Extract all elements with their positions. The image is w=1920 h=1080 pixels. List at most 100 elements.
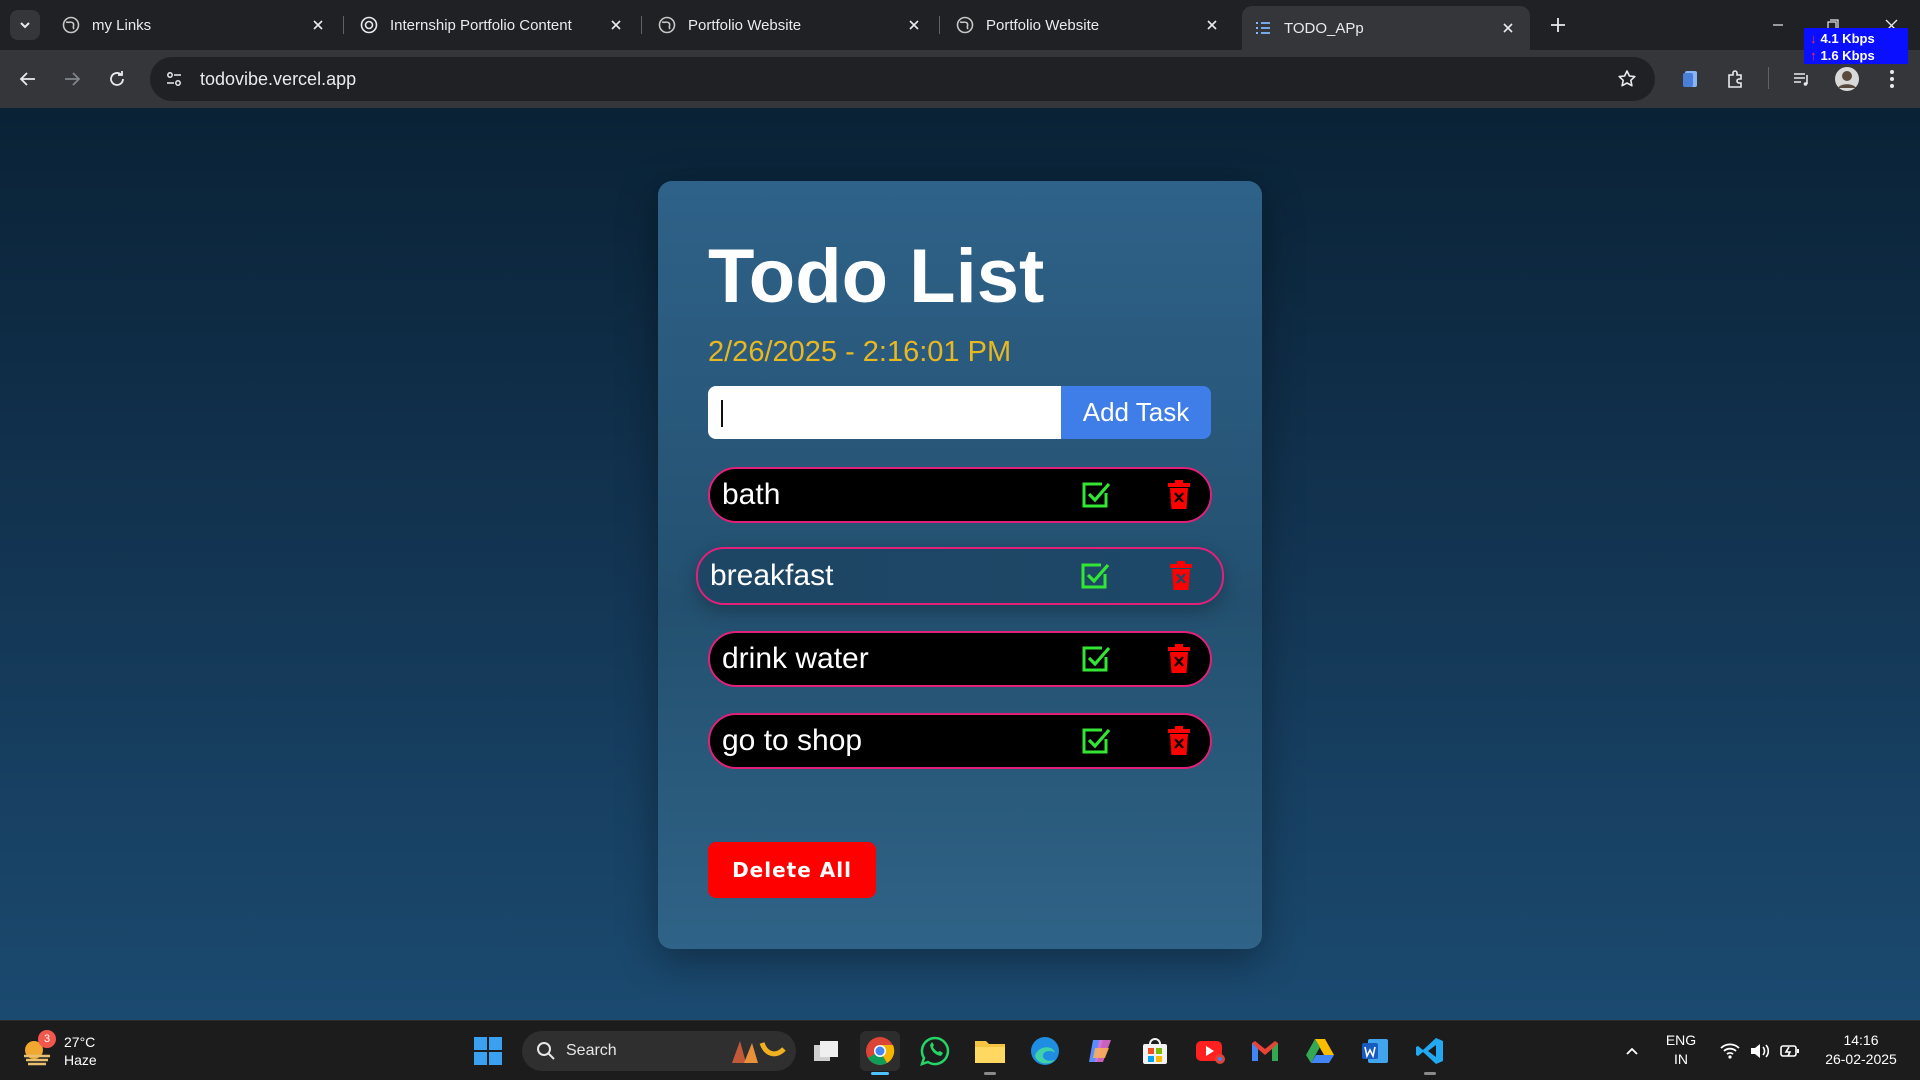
lang-region: IN (1674, 1051, 1688, 1067)
windows-taskbar: 3 27°C Haze Search ENG IN 14:16 26-02-20… (0, 1020, 1920, 1080)
upload-arrow-icon: ↑ (1810, 48, 1817, 63)
reading-list-button[interactable] (1675, 63, 1707, 95)
folder-icon (975, 1041, 1005, 1063)
taskbar-chrome[interactable] (860, 1031, 900, 1075)
taskbar-ms-store[interactable] (1135, 1031, 1175, 1071)
avatar-icon (1835, 67, 1859, 91)
download-arrow-icon: ↓ (1810, 31, 1817, 46)
toolbar-divider (1768, 67, 1769, 89)
close-icon[interactable] (1202, 15, 1222, 35)
media-control-button[interactable] (1786, 63, 1818, 95)
music-queue-icon (1794, 73, 1808, 86)
tab-internship-portfolio[interactable]: Internship Portfolio Content (348, 8, 638, 42)
new-tab-button[interactable] (1544, 11, 1572, 39)
store-icon (1143, 1038, 1167, 1064)
tab-my-links[interactable]: my Links (50, 8, 340, 42)
text-caret (721, 400, 723, 427)
bookmark-star-icon[interactable] (1613, 65, 1641, 93)
taskbar-vscode[interactable] (1410, 1031, 1450, 1075)
clock[interactable]: 14:16 26-02-2025 (1812, 1031, 1910, 1069)
show-hidden-icons-button[interactable] (1612, 1031, 1652, 1071)
chrome-icon (866, 1037, 895, 1065)
edge-icon (1031, 1037, 1059, 1065)
tab-portfolio-website-2[interactable]: Portfolio Website (944, 8, 1234, 42)
copilot-icon (1089, 1040, 1111, 1062)
taskbar-edge[interactable] (1025, 1031, 1065, 1071)
arrow-left-icon (19, 72, 35, 86)
globe-icon (62, 16, 80, 34)
drive-icon (1306, 1039, 1334, 1063)
start-button[interactable] (468, 1031, 508, 1071)
tab-separator (641, 16, 642, 34)
minimize-icon (1773, 24, 1783, 26)
tab-separator (939, 16, 940, 34)
forward-button[interactable] (56, 63, 88, 95)
todo-text: bath (722, 478, 781, 511)
trash-icon[interactable] (1164, 724, 1194, 758)
task-view-button[interactable] (806, 1031, 846, 1071)
trash-icon[interactable] (1166, 559, 1196, 593)
chevron-down-icon (20, 22, 30, 29)
running-indicator (1424, 1072, 1436, 1075)
tab-search-button[interactable] (10, 10, 40, 40)
whatsapp-icon (920, 1036, 950, 1066)
more-vertical-icon (1890, 70, 1894, 88)
extensions-button[interactable] (1720, 63, 1752, 95)
quick-settings-button[interactable] (1708, 1031, 1812, 1071)
net-up: 1.6 Kbps (1820, 48, 1875, 63)
browser-menu-button[interactable] (1876, 63, 1908, 95)
trash-icon[interactable] (1164, 478, 1194, 512)
tab-title: Portfolio Website (688, 16, 802, 34)
taskbar-word[interactable] (1355, 1031, 1395, 1071)
delete-all-button[interactable]: Delete All (708, 842, 876, 898)
tab-portfolio-website-1[interactable]: Portfolio Website (646, 8, 936, 42)
taskbar-google-drive[interactable] (1300, 1031, 1340, 1071)
battery-charging-icon (1780, 1045, 1799, 1057)
puzzle-icon (1728, 70, 1742, 88)
active-indicator (871, 1072, 889, 1075)
weather-widget[interactable]: 3 27°C Haze (20, 1029, 97, 1073)
site-info-icon[interactable] (158, 63, 190, 95)
reload-button[interactable] (101, 63, 133, 95)
task-view-icon (814, 1041, 838, 1061)
minimize-button[interactable] (1765, 12, 1791, 38)
todo-text: drink water (722, 642, 869, 675)
tab-todo-app[interactable]: TODO_APp (1242, 6, 1530, 50)
search-label: Search (566, 1042, 617, 1059)
add-task-button[interactable]: Add Task (1061, 386, 1211, 439)
profile-button[interactable] (1831, 63, 1863, 95)
complete-checkbox-icon[interactable] (1079, 478, 1113, 512)
network-speed-widget: ↓ 4.1 Kbps ↑ 1.6 Kbps (1804, 28, 1908, 64)
complete-checkbox-icon[interactable] (1079, 724, 1113, 758)
address-bar[interactable]: todovibe.vercel.app (150, 57, 1655, 101)
close-icon[interactable] (1498, 18, 1518, 38)
weather-badge: 3 (38, 1030, 56, 1048)
taskbar-file-explorer[interactable] (970, 1031, 1010, 1075)
complete-checkbox-icon[interactable] (1078, 559, 1112, 593)
taskbar-chrome-app[interactable] (1190, 1031, 1230, 1071)
close-icon[interactable] (308, 15, 328, 35)
back-button[interactable] (12, 63, 44, 95)
running-indicator (984, 1072, 996, 1075)
todo-item: breakfast (696, 547, 1224, 605)
close-icon[interactable] (606, 15, 626, 35)
todo-text: breakfast (710, 559, 834, 592)
taskbar-copilot[interactable] (1080, 1031, 1120, 1071)
net-down: 4.1 Kbps (1820, 31, 1875, 46)
taskbar-search[interactable]: Search (522, 1031, 796, 1071)
task-input[interactable] (708, 386, 1061, 439)
todo-item: bath (708, 467, 1212, 523)
weather-haze-icon: 3 (20, 1030, 56, 1068)
close-icon[interactable] (904, 15, 924, 35)
taskbar-gmail[interactable] (1245, 1031, 1285, 1071)
youtube-app-icon (1196, 1041, 1225, 1064)
input-language[interactable]: ENG IN (1660, 1031, 1702, 1069)
taskbar-whatsapp[interactable] (915, 1031, 955, 1071)
todo-item: drink water (708, 631, 1212, 687)
search-icon (537, 1042, 555, 1060)
todo-item: go to shop (708, 713, 1212, 769)
plus-icon (1551, 18, 1565, 32)
complete-checkbox-icon[interactable] (1079, 642, 1113, 676)
trash-icon[interactable] (1164, 642, 1194, 676)
lang-code: ENG (1665, 1032, 1697, 1048)
